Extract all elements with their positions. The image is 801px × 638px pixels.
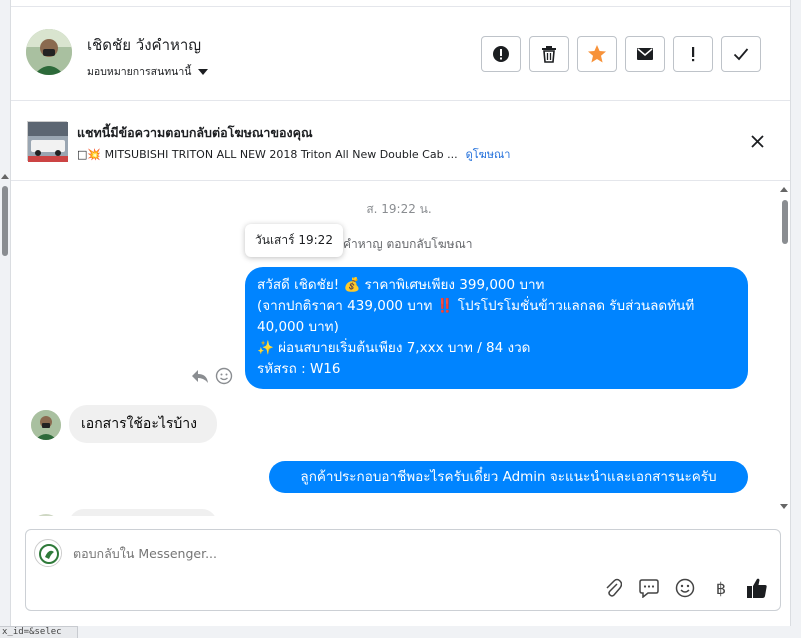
emoji-react-icon[interactable] bbox=[215, 367, 233, 385]
incoming-message-partial[interactable] bbox=[69, 509, 217, 516]
ad-banner-title: แชทนี้มีข้อความตอบกลับต่อโฆษณาของคุณ bbox=[77, 125, 313, 140]
chevron-down-icon bbox=[198, 68, 209, 75]
view-ad-link[interactable]: ดูโฆษณา bbox=[466, 148, 511, 161]
important-button[interactable] bbox=[673, 36, 713, 72]
envelope-icon bbox=[637, 48, 653, 60]
saved-replies-button[interactable] bbox=[638, 577, 660, 599]
messenger-reply-input[interactable] bbox=[73, 546, 673, 561]
left-scrollbar-thumb[interactable] bbox=[2, 186, 8, 256]
ad-thumbnail[interactable] bbox=[27, 121, 68, 162]
alert-circle-icon bbox=[493, 46, 509, 62]
scroll-up-icon[interactable] bbox=[780, 187, 788, 192]
speech-bubble-icon bbox=[639, 578, 659, 598]
status-url: x_id=&selec bbox=[0, 626, 78, 638]
contact-avatar-small[interactable] bbox=[31, 410, 61, 440]
attach-button[interactable] bbox=[602, 577, 624, 599]
thumbs-up-icon bbox=[747, 578, 767, 598]
mark-unread-button[interactable] bbox=[625, 36, 665, 72]
composer-toolbar: ฿ bbox=[602, 577, 768, 599]
close-ad-banner-button[interactable] bbox=[747, 131, 767, 151]
message-line: ✨ ผ่อนสบายเริ่มต้นเพียง 7,xxx บาท / 84 ง… bbox=[257, 340, 531, 356]
delete-button[interactable] bbox=[529, 36, 569, 72]
contact-avatar-small[interactable] bbox=[31, 514, 61, 516]
close-icon bbox=[750, 134, 764, 148]
header-actions bbox=[481, 36, 761, 72]
outgoing-message[interactable]: ลูกค้าประกอบอาชีพอะไรครับเดี๋ยว Admin จะ… bbox=[269, 461, 748, 493]
left-scroll-up-icon[interactable] bbox=[1, 174, 9, 179]
baht-icon: ฿ bbox=[715, 578, 727, 598]
message-line: 40,000 บาท) bbox=[257, 319, 339, 335]
assign-label: มอบหมายการสนทนานี้ bbox=[87, 66, 192, 78]
message-thread[interactable]: ส. 19:22 น. คำหาญ ตอบกลับโฆษณา วันเสาร์ … bbox=[11, 182, 790, 516]
checkmark-icon bbox=[733, 48, 749, 61]
right-edge-region bbox=[791, 0, 801, 638]
outgoing-message[interactable]: สวัสดี เชิดชัย! 💰 ราคาพิเศษเพียง 399,000… bbox=[245, 267, 748, 389]
trash-icon bbox=[542, 46, 556, 63]
spam-alert-button[interactable] bbox=[481, 36, 521, 72]
assign-conversation-dropdown[interactable]: มอบหมายการสนทนานี้ bbox=[87, 63, 209, 80]
reply-icon[interactable] bbox=[191, 368, 209, 384]
time-tooltip: วันเสาร์ 19:22 bbox=[245, 224, 343, 257]
scroll-down-icon[interactable] bbox=[780, 504, 788, 509]
date-separator: ส. 19:22 น. bbox=[366, 202, 432, 216]
star-icon bbox=[588, 45, 606, 63]
ad-reply-meta: คำหาญ ตอบกลับโฆษณา bbox=[343, 237, 473, 251]
message-line: สวัสดี เชิดชัย! 💰 ราคาพิเศษเพียง 399,000… bbox=[257, 277, 545, 293]
reply-composer: ฿ bbox=[25, 529, 781, 611]
incoming-message[interactable]: เอกสารใช้อะไรบ้าง bbox=[69, 405, 217, 443]
exclamation-icon bbox=[692, 47, 695, 62]
ad-banner-subtitle: □💥 MITSUBISHI TRITON ALL NEW 2018 Triton… bbox=[77, 145, 510, 163]
page-avatar bbox=[34, 539, 62, 567]
message-line: (จากปกติราคา 439,000 บาท ‼️ โปรโปรโมชั่น… bbox=[257, 298, 695, 314]
emoji-button[interactable] bbox=[674, 577, 696, 599]
contact-avatar[interactable] bbox=[26, 29, 72, 75]
message-hover-actions bbox=[191, 367, 233, 385]
contact-name[interactable]: เชิดชัย วังคำหาญ bbox=[87, 33, 201, 57]
star-button[interactable] bbox=[577, 36, 617, 72]
left-scrollbar-region bbox=[0, 0, 10, 638]
ad-reply-banner: แชทนี้มีข้อความตอบกลับต่อโฆษณาของคุณ □💥 … bbox=[11, 101, 790, 181]
thread-scrollbar-thumb[interactable] bbox=[782, 200, 788, 244]
done-button[interactable] bbox=[721, 36, 761, 72]
payment-button[interactable]: ฿ bbox=[710, 577, 732, 599]
conversation-header: เชิดชัย วังคำหาญ มอบหมายการสนทนานี้ bbox=[11, 7, 790, 101]
like-button[interactable] bbox=[746, 577, 768, 599]
message-line: รหัสรถ : W16 bbox=[257, 361, 341, 377]
emoji-icon bbox=[675, 578, 695, 598]
conversation-panel: เชิดชัย วังคำหาญ มอบหมายการสนทนานี้ แชทน… bbox=[10, 0, 791, 626]
ad-text: □💥 MITSUBISHI TRITON ALL NEW 2018 Triton… bbox=[77, 148, 458, 161]
paperclip-icon bbox=[606, 578, 622, 597]
